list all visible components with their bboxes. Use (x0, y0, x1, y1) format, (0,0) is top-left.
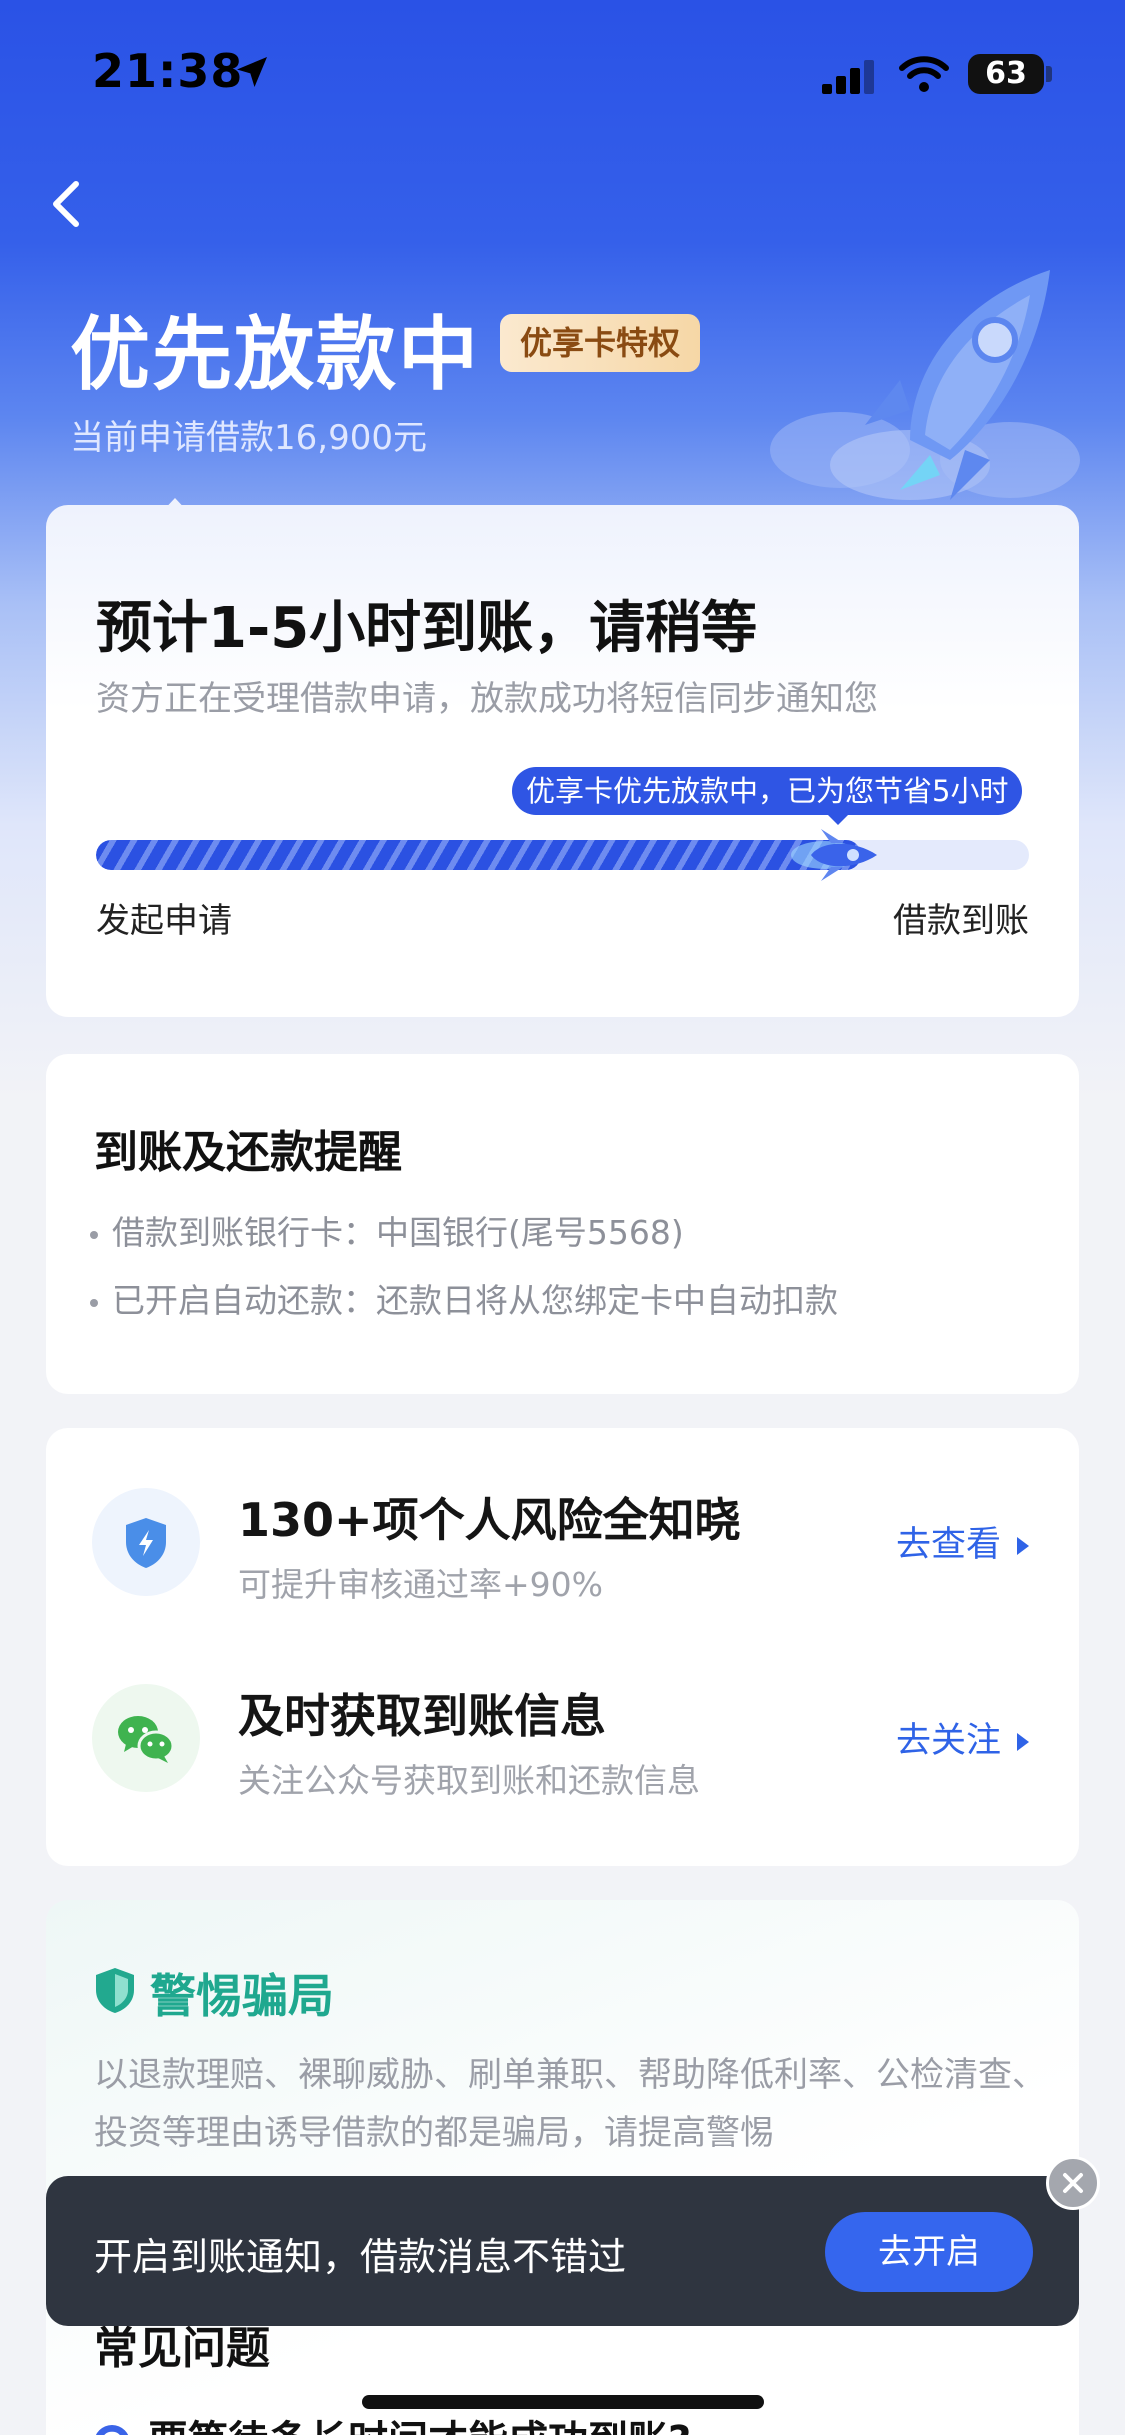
question-icon: Q (94, 2425, 130, 2435)
service-desc: 可提升审核通过率+90% (238, 1565, 603, 1604)
loan-amount-subtitle: 当前申请借款16,900元 (70, 418, 427, 458)
progress-track (96, 840, 1029, 870)
reminder-item-text: 借款到账银行卡：中国银行(尾号5568) (112, 1213, 684, 1252)
service-desc: 关注公众号获取到账和还款信息 (238, 1761, 700, 1800)
close-toast-button[interactable] (1046, 2156, 1100, 2210)
page-title: 优先放款中 (70, 308, 480, 401)
clock: 21:38 (92, 44, 244, 98)
tooltip-arrow (826, 813, 850, 825)
service-title: 130+项个人风险全知晓 (238, 1493, 741, 1547)
rocket-illustration (770, 270, 1080, 500)
service-icon-container (92, 1684, 200, 1792)
battery-indicator: 63 (968, 54, 1044, 94)
toast-text: 开启到账通知，借款消息不错过 (94, 2235, 627, 2279)
enable-notification-button[interactable]: 去开启 (825, 2212, 1033, 2292)
service-link-label: 去关注 (895, 1721, 1001, 1761)
faq-question-text: 要等待多长时间才能成功到账? (148, 2418, 691, 2435)
cellular-signal-icon (822, 60, 874, 94)
play-arrow-icon (1017, 1733, 1029, 1751)
follow-account-link[interactable]: 去关注 (896, 1712, 1029, 1763)
service-link-label: 去查看 (895, 1525, 1001, 1565)
battery-cap (1046, 66, 1052, 82)
progress-fill (96, 840, 861, 870)
play-arrow-icon (1017, 1537, 1029, 1555)
progress-rocket-icon (791, 829, 877, 881)
services-card: 130+项个人风险全知晓 可提升审核通过率+90% 去查看 及时获取到账信息 关… (46, 1428, 1079, 1866)
back-arrow-icon[interactable] (46, 176, 86, 232)
fraud-text: 以退款理赔、裸聊威胁、刷单兼职、帮助降低利率、公检清查、投资等理由诱导借款的都是… (94, 2055, 1046, 2153)
eta-title: 预计1-5小时到账，请稍等 (96, 596, 758, 661)
reminder-card: 到账及还款提醒 借款到账银行卡：中国银行(尾号5568) 已开启自动还款：还款日… (46, 1054, 1079, 1394)
service-icon-container (92, 1488, 200, 1596)
vip-privilege-badge: 优享卡特权 (500, 314, 701, 372)
fraud-warning-card: 警惕骗局 以退款理赔、裸聊威胁、刷单兼职、帮助降低利率、公检清查、投资等理由诱导… (46, 1900, 1079, 2435)
service-title: 及时获取到账信息 (238, 1689, 606, 1743)
shield-bolt-icon (126, 1518, 166, 1568)
location-arrow-icon (237, 57, 267, 87)
reminder-item-bank: 借款到账银行卡：中国银行(尾号5568) (90, 1206, 684, 1254)
reminder-item-autopay: 已开启自动还款：还款日将从您绑定卡中自动扣款 (90, 1274, 838, 1322)
fraud-title: 警惕骗局 (150, 1969, 334, 2023)
loan-status-card: 预计1-5小时到账，请稍等 资方正在受理借款申请，放款成功将短信同步通知您 优享… (46, 505, 1079, 1017)
bullet-dot (90, 1298, 98, 1307)
reminder-title: 到账及还款提醒 (94, 1127, 402, 1178)
status-bar: 21:38 63 (0, 0, 1125, 140)
service-row-risk[interactable]: 130+项个人风险全知晓 可提升审核通过率+90% 去查看 (46, 1462, 1079, 1622)
view-risk-link[interactable]: 去查看 (896, 1516, 1029, 1567)
notification-toast: 开启到账通知，借款消息不错过 去开启 (46, 2176, 1079, 2326)
home-indicator (362, 2395, 764, 2409)
reminder-item-text: 已开启自动还款：还款日将从您绑定卡中自动扣款 (112, 1281, 838, 1320)
wifi-icon (899, 56, 949, 92)
eta-description: 资方正在受理借款申请，放款成功将短信同步通知您 (96, 679, 878, 719)
close-icon (1063, 2173, 1083, 2193)
step-start-label: 发起申请 (96, 901, 232, 941)
wechat-icon (118, 1716, 175, 1763)
faq-question[interactable]: Q 要等待多长时间才能成功到账? (94, 2408, 691, 2435)
priority-tooltip: 优享卡优先放款中，已为您节省5小时 (512, 767, 1023, 815)
bullet-dot (90, 1230, 98, 1239)
step-end-label: 借款到账 (893, 901, 1029, 941)
shield-check-icon (96, 1968, 134, 2013)
service-row-wechat[interactable]: 及时获取到账信息 关注公众号获取到账和还款信息 去关注 (46, 1658, 1079, 1818)
